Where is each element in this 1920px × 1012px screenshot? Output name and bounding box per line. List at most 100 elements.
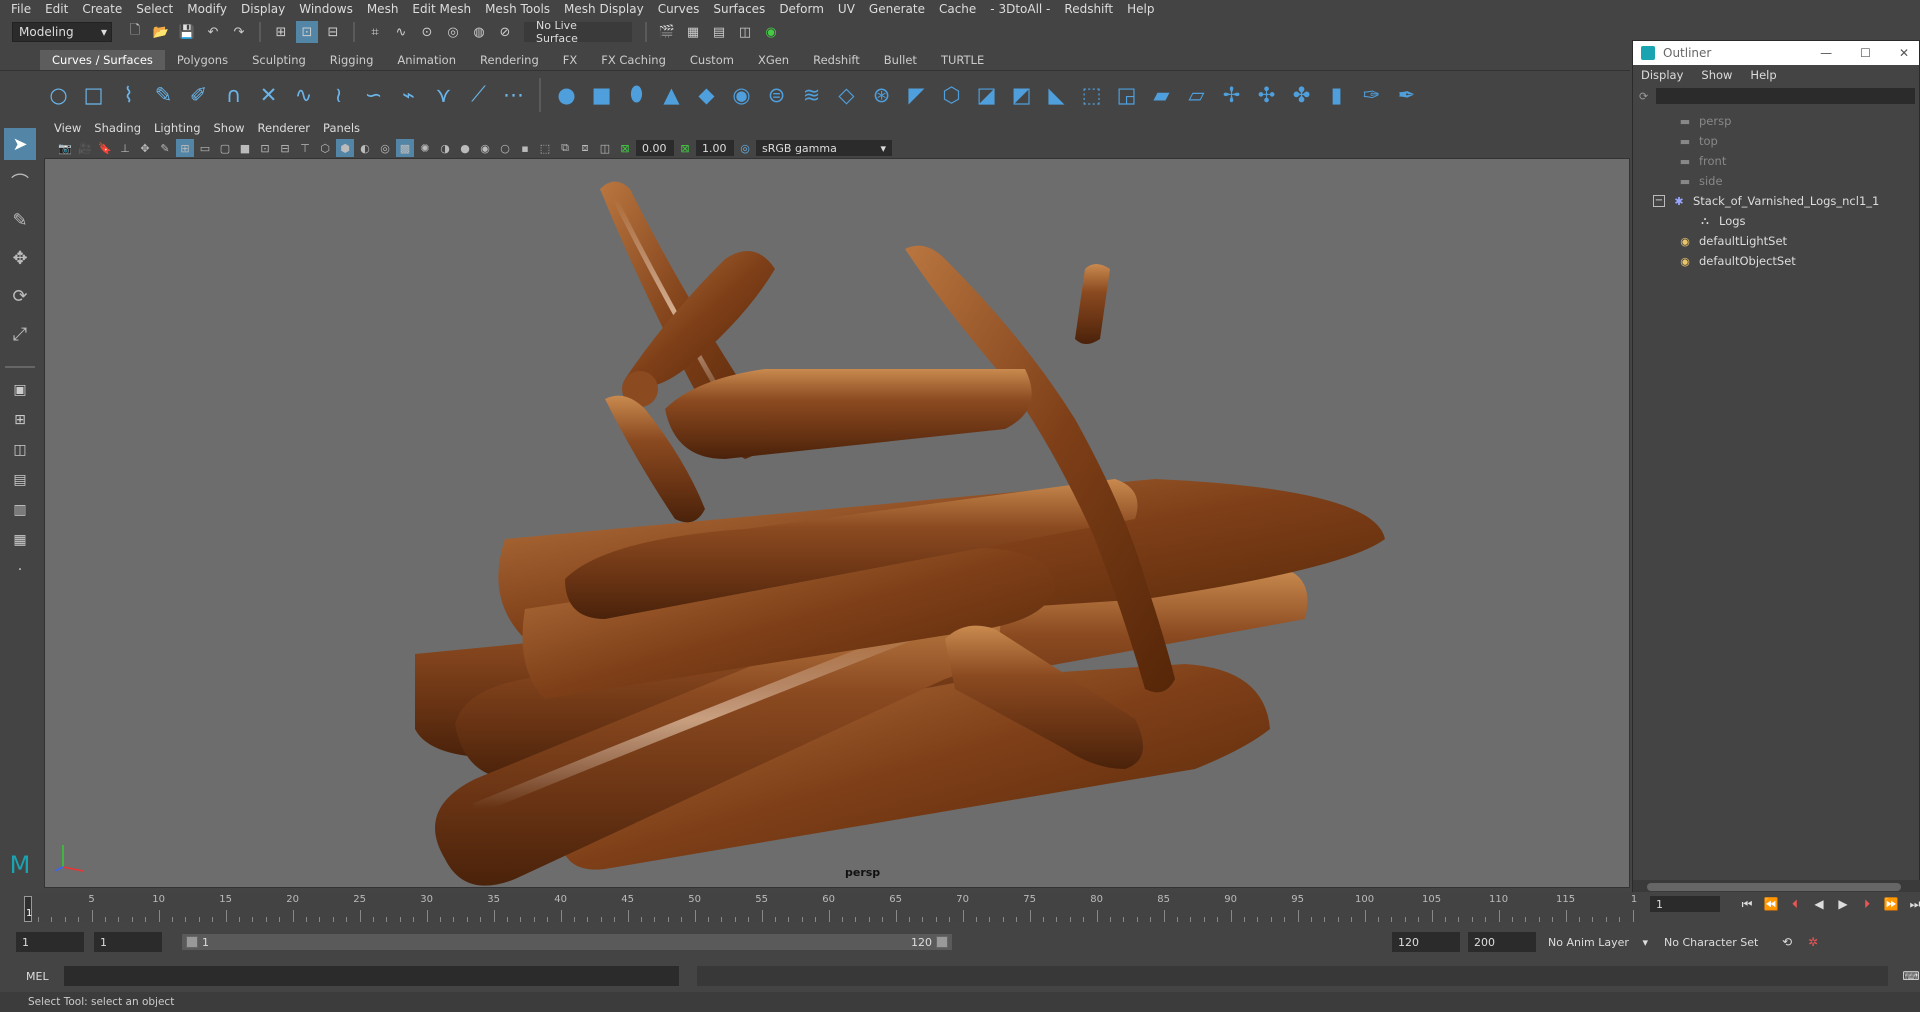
attach-surface-icon[interactable]: ▱ bbox=[1182, 80, 1211, 109]
detach-curve-icon[interactable]: ≀ bbox=[324, 80, 353, 109]
safe-title-icon[interactable]: ⊤ bbox=[296, 139, 314, 157]
menu-cache[interactable]: Cache bbox=[934, 2, 985, 16]
bookmark-icon[interactable]: 🔖 bbox=[96, 139, 114, 157]
bevel-icon[interactable]: ◤ bbox=[902, 80, 931, 109]
side-by-side-layout-icon[interactable]: ◫ bbox=[5, 438, 35, 462]
playback-end-field[interactable]: 120 bbox=[1392, 932, 1460, 952]
graph-persp-layout-icon[interactable]: ▥ bbox=[5, 498, 35, 522]
snap-view-icon[interactable]: ◎ bbox=[442, 21, 464, 43]
planar-icon[interactable]: ◇ bbox=[832, 80, 861, 109]
move-tool-icon[interactable]: ✥ bbox=[4, 242, 36, 274]
2d-pan-zoom-icon[interactable]: ✥ bbox=[136, 139, 154, 157]
loft-icon[interactable]: ≋ bbox=[797, 80, 826, 109]
scrollbar-thumb[interactable] bbox=[1647, 883, 1901, 891]
panel-menu-view[interactable]: View bbox=[54, 121, 90, 135]
attach-curve-icon[interactable]: ∿ bbox=[289, 80, 318, 109]
lasso-tool-icon[interactable]: ⌒ bbox=[4, 166, 36, 198]
panel-menu-shading[interactable]: Shading bbox=[94, 121, 150, 135]
untrim-icon[interactable]: ▰ bbox=[1147, 80, 1176, 109]
character-set-dropdown[interactable]: No Character Set bbox=[1660, 932, 1770, 952]
menu-uv[interactable]: UV bbox=[833, 2, 864, 16]
shelf-tab-animation[interactable]: Animation bbox=[385, 50, 468, 70]
logs-model[interactable] bbox=[45, 159, 1630, 888]
align-surface-icon[interactable]: ✣ bbox=[1252, 80, 1281, 109]
step-back-key-icon[interactable]: ⏴ bbox=[1786, 896, 1804, 912]
revolve-icon[interactable]: ⊜ bbox=[762, 80, 791, 109]
command-input[interactable] bbox=[63, 966, 680, 986]
redo-icon[interactable]: ↷ bbox=[228, 21, 250, 43]
use-default-material-icon[interactable]: ◐ bbox=[356, 139, 374, 157]
render-settings-icon[interactable]: ▤ bbox=[708, 21, 730, 43]
use-all-lights-icon[interactable]: ✺ bbox=[416, 139, 434, 157]
circle-curve-icon[interactable]: ○ bbox=[44, 80, 73, 109]
snap-surface-icon[interactable]: ◍ bbox=[468, 21, 490, 43]
outliner-menu-help[interactable]: Help bbox=[1750, 68, 1776, 82]
time-track[interactable]: 1 5 10 15 20 25 30 35 40 45 50 55 60 65 70 75 80 85 90 95 1… bbox=[24, 892, 1640, 922]
cv-curve-icon[interactable]: ⌇ bbox=[114, 80, 143, 109]
trim-icon[interactable]: ◲ bbox=[1112, 80, 1141, 109]
safe-action-icon[interactable]: ⊟ bbox=[276, 139, 294, 157]
outliner-item-stack-of-logs[interactable]: − ✱ Stack_of_Varnished_Logs_ncl1_1 bbox=[1633, 191, 1919, 211]
collapse-icon[interactable]: − bbox=[1653, 195, 1665, 207]
play-forwards-icon[interactable]: ▶ bbox=[1834, 896, 1852, 912]
select-component-icon[interactable]: ⊟ bbox=[322, 21, 344, 43]
live-surface-field[interactable]: No Live Surface bbox=[524, 19, 632, 45]
insert-knot-icon[interactable]: ∽ bbox=[359, 80, 388, 109]
menu-windows[interactable]: Windows bbox=[294, 2, 362, 16]
sculpt-geometry-icon[interactable]: ✑ bbox=[1357, 80, 1386, 109]
outliner-item-default-light-set[interactable]: ◉ defaultLightSet bbox=[1633, 231, 1919, 251]
snap-live-icon[interactable]: ⊘ bbox=[494, 21, 516, 43]
outliner-item-top[interactable]: ▬ top bbox=[1633, 131, 1919, 151]
menu-3dtoall[interactable]: - 3DtoAll - bbox=[985, 2, 1059, 16]
range-start-handle[interactable] bbox=[186, 936, 198, 948]
range-end-handle[interactable] bbox=[936, 936, 948, 948]
exposure-icon[interactable]: ⊠ bbox=[616, 139, 634, 157]
step-forward-icon[interactable]: ⏩ bbox=[1882, 896, 1900, 912]
camera-attributes-icon[interactable]: 🎥 bbox=[76, 139, 94, 157]
menu-mesh-tools[interactable]: Mesh Tools bbox=[480, 2, 559, 16]
wireframe-icon[interactable]: ⬡ bbox=[316, 139, 334, 157]
select-tool-icon[interactable]: ➤ bbox=[4, 128, 36, 160]
nurbs-cube-icon[interactable]: ■ bbox=[587, 80, 616, 109]
reverse-curve-icon[interactable]: ⟋ bbox=[464, 80, 493, 109]
nurbs-sphere-icon[interactable]: ● bbox=[552, 80, 581, 109]
menu-curves[interactable]: Curves bbox=[653, 2, 709, 16]
square-surface-icon[interactable]: ◪ bbox=[972, 80, 1001, 109]
more-layouts-icon[interactable]: · bbox=[5, 558, 35, 582]
outliner-titlebar[interactable]: Outliner — ☐ ✕ bbox=[1633, 41, 1919, 65]
shelf-tab-turtle[interactable]: TURTLE bbox=[929, 50, 996, 70]
insert-isoparm-icon[interactable]: ▮ bbox=[1322, 80, 1351, 109]
snap-curve-icon[interactable]: ∿ bbox=[390, 21, 412, 43]
wireframe-on-shaded-icon[interactable]: ◎ bbox=[376, 139, 394, 157]
select-camera-icon[interactable]: 📷 bbox=[56, 139, 74, 157]
anim-prefs-icon[interactable]: ✲ bbox=[1804, 934, 1822, 950]
rotate-tool-icon[interactable]: ⟳ bbox=[4, 280, 36, 312]
play-backwards-icon[interactable]: ◀ bbox=[1810, 896, 1828, 912]
anim-layer-dropdown[interactable]: No Anim Layer ▾ bbox=[1544, 932, 1652, 952]
menu-edit-mesh[interactable]: Edit Mesh bbox=[407, 2, 480, 16]
select-hierarchy-icon[interactable]: ⊞ bbox=[270, 21, 292, 43]
textured-icon[interactable]: ▩ bbox=[396, 139, 414, 157]
resolution-gate-icon[interactable]: ▢ bbox=[216, 139, 234, 157]
smooth-shade-icon[interactable]: ⬢ bbox=[336, 139, 354, 157]
outliner-item-default-object-set[interactable]: ◉ defaultObjectSet bbox=[1633, 251, 1919, 271]
motion-blur-icon[interactable]: ◉ bbox=[476, 139, 494, 157]
single-view-layout-icon[interactable]: ▣ bbox=[5, 378, 35, 402]
outliner-persp-layout-icon[interactable]: ▤ bbox=[5, 468, 35, 492]
hypershade-icon[interactable]: ◫ bbox=[734, 21, 756, 43]
menu-create[interactable]: Create bbox=[77, 2, 131, 16]
shadows-icon[interactable]: ◑ bbox=[436, 139, 454, 157]
panel-menu-lighting[interactable]: Lighting bbox=[154, 121, 209, 135]
menu-help[interactable]: Help bbox=[1122, 2, 1163, 16]
shelf-tab-custom[interactable]: Custom bbox=[678, 50, 746, 70]
grid-icon[interactable]: ⊞ bbox=[176, 139, 194, 157]
shelf-tab-fx[interactable]: FX bbox=[551, 50, 590, 70]
menu-modify[interactable]: Modify bbox=[182, 2, 236, 16]
menu-set-dropdown[interactable]: Modeling ▾ bbox=[12, 22, 112, 42]
menu-generate[interactable]: Generate bbox=[864, 2, 934, 16]
outliner-menu-show[interactable]: Show bbox=[1701, 68, 1732, 82]
panel-menu-renderer[interactable]: Renderer bbox=[258, 121, 320, 135]
menu-mesh[interactable]: Mesh bbox=[362, 2, 408, 16]
soft-modify-icon[interactable]: ✒ bbox=[1392, 80, 1421, 109]
four-view-layout-icon[interactable]: ⊞ bbox=[5, 408, 35, 432]
